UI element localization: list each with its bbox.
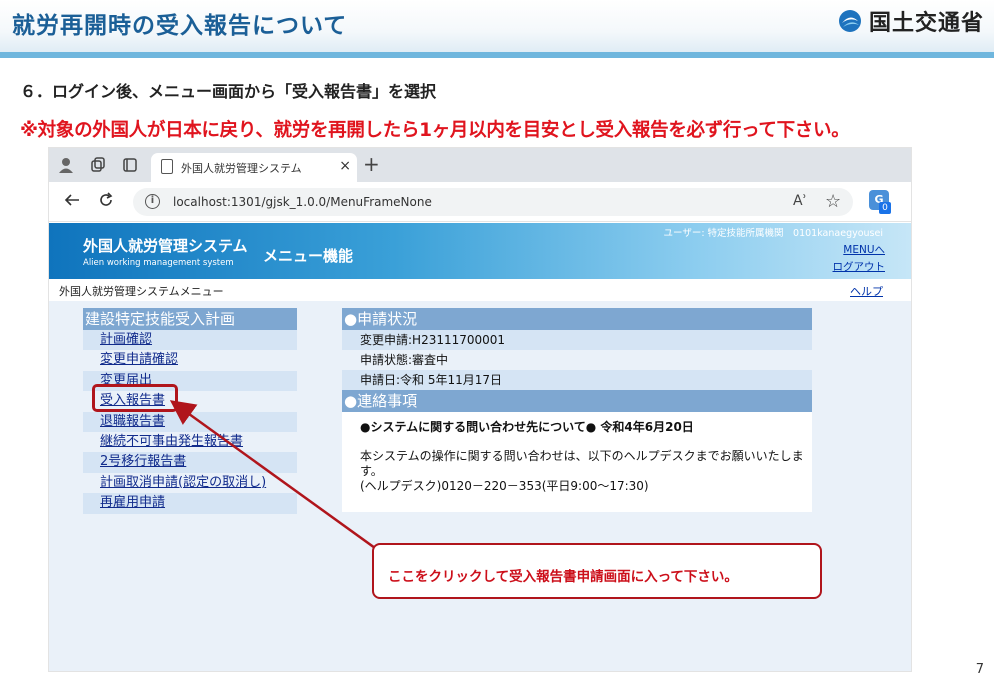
address-bar: i localhost:1301/gjsk_1.0.0/MenuFrameNon… <box>49 182 911 222</box>
menu-section-header: 建設特定技能受入計画 <box>83 308 297 330</box>
user-info: ユーザー: 特定技能所属機関 0101kanaegyousei <box>663 228 883 239</box>
menu-link[interactable]: MENUへ <box>843 242 885 257</box>
app-subbar: 外国人就労管理システムメニュー ヘルプ <box>49 279 911 301</box>
profile-icon[interactable] <box>57 156 75 174</box>
contact-message: 本システムの操作に関する問い合わせは、以下のヘルプデスクまでお願いいたします。 <box>360 449 804 478</box>
menu-item-resignation-report[interactable]: 退職報告書 <box>83 411 297 432</box>
app-viewport: 外国人就労管理システム Alien working management sys… <box>49 223 911 671</box>
status-row: 申請状態:審査中 <box>342 350 812 370</box>
menu-items: 計画確認 変更申請確認 変更届出 受入報告書 退職報告書 継続不可事由発生報告書… <box>83 330 297 514</box>
app-header: 外国人就労管理システム Alien working management sys… <box>49 223 911 279</box>
page-icon <box>161 159 173 174</box>
menu-item-type2-transition[interactable]: 2号移行報告書 <box>83 452 297 473</box>
callout-text: ここをクリックして受入報告書申請画面に入って下さい。 <box>388 569 738 585</box>
app-name: 外国人就労管理システム <box>83 237 248 255</box>
tab-bar: 外国人就労管理システム × + <box>49 148 911 182</box>
warning-text: ※対象の外国人が日本に戻り、就労を再開したら1ヶ月以内を目安とし受入報告を必ず行… <box>20 120 850 141</box>
contact-header: ●連絡事項 <box>342 390 812 412</box>
tab-actions-icon[interactable] <box>121 156 139 174</box>
menu-item-continuation-report[interactable]: 継続不可事由発生報告書 <box>83 431 297 453</box>
ministry-name: 国土交通省 <box>868 11 984 36</box>
ministry-logo: 国土交通省 <box>837 5 984 37</box>
page-number: 7 <box>975 662 984 677</box>
reload-icon[interactable] <box>97 191 115 214</box>
helpdesk-info: (ヘルプデスク)0120－220－353(平日9:00～17:30) <box>360 479 649 493</box>
ministry-emblem-icon <box>838 10 861 32</box>
favorite-star-icon[interactable]: ☆ <box>825 191 841 212</box>
url-text: localhost:1301/gjsk_1.0.0/MenuFrameNone <box>173 195 432 209</box>
read-aloud-icon[interactable]: Aʾ <box>793 193 807 209</box>
extension-badge: 0 <box>879 202 891 214</box>
browser-tab[interactable]: 外国人就労管理システム × <box>151 153 357 182</box>
url-field[interactable]: i localhost:1301/gjsk_1.0.0/MenuFrameNon… <box>133 188 853 216</box>
menu-item-plan-cancel[interactable]: 計画取消申請(認定の取消し) <box>83 472 297 494</box>
menu-title: メニュー機能 <box>263 247 354 265</box>
highlight-acceptance-report <box>92 384 178 412</box>
status-row: 申請日:令和 5年11月17日 <box>342 370 812 390</box>
menu-item-plan-confirm[interactable]: 計画確認 <box>83 330 297 351</box>
site-info-icon[interactable]: i <box>145 194 160 209</box>
menu-item-reemployment[interactable]: 再雇用申請 <box>83 493 297 514</box>
step-title: ６．ログイン後、メニュー画面から「受入報告書」を選択 <box>20 82 437 101</box>
contact-body: ●システムに関する問い合わせ先について● 令和4年6月20日 本システムの操作に… <box>342 412 812 512</box>
workspaces-icon[interactable] <box>89 156 107 174</box>
menu-item-change-request[interactable]: 変更申請確認 <box>83 350 297 371</box>
help-link[interactable]: ヘルプ <box>850 283 883 299</box>
status-rows: 変更申請:H23111700001 申請状態:審査中 申請日:令和 5年11月1… <box>342 330 812 390</box>
breadcrumb: 外国人就労管理システムメニュー <box>59 285 224 298</box>
slide-header: 就労再開時の受入報告について 国土交通省 <box>0 0 994 58</box>
contact-title: ●システムに関する問い合わせ先について● 令和4年6月20日 <box>360 420 694 434</box>
application-status-header: ●申請状況 <box>342 308 812 330</box>
status-row: 変更申請:H23111700001 <box>342 330 812 350</box>
logout-link[interactable]: ログアウト <box>833 259 886 274</box>
app-name-en: Alien working management system <box>83 258 234 268</box>
new-tab-button[interactable]: + <box>363 152 380 176</box>
slide-title: 就労再開時の受入報告について <box>12 13 348 39</box>
back-arrow-icon[interactable] <box>63 191 81 214</box>
close-tab-icon[interactable]: × <box>339 158 351 174</box>
callout-box: ここをクリックして受入報告書申請画面に入って下さい。 <box>372 543 822 599</box>
header-divider <box>0 52 994 58</box>
status-panel: ●申請状況 変更申請:H23111700001 申請状態:審査中 申請日:令和 … <box>342 308 812 512</box>
tab-title: 外国人就労管理システム <box>181 162 302 175</box>
